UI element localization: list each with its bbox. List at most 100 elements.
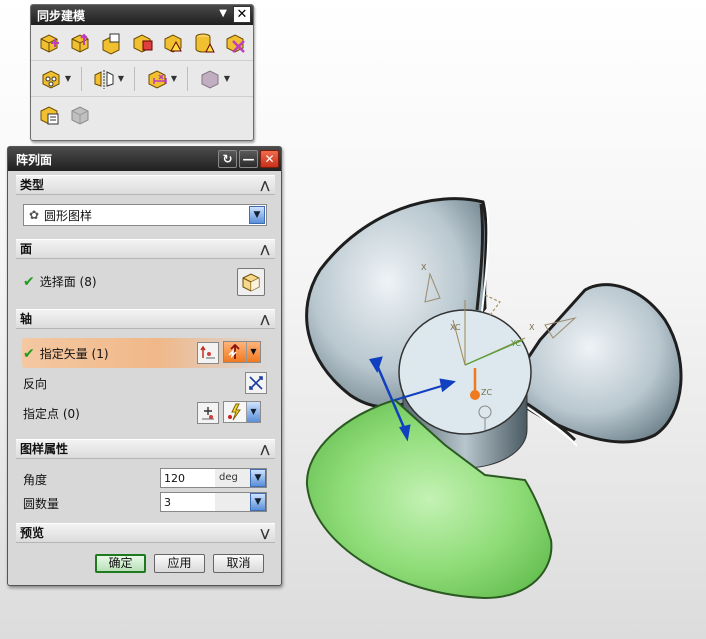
reverse-button[interactable]: [245, 372, 267, 394]
chevron-up-icon[interactable]: ⋀: [255, 310, 275, 329]
section-pattern-props-header[interactable]: 图样属性 ⋀: [16, 439, 275, 459]
chevron-down-icon[interactable]: ▼: [246, 402, 260, 422]
pattern-face-icon: [42, 69, 60, 89]
chevron-down-icon[interactable]: ▼: [250, 493, 266, 511]
section-type-label: 类型: [20, 178, 45, 192]
angle-label: 角度: [23, 473, 48, 487]
toolbar-title: 同步建模: [37, 8, 86, 23]
dialog-title-bar[interactable]: 阵列面 ↻ — ✕: [8, 147, 281, 171]
replace-face-button[interactable]: [128, 29, 155, 56]
chevron-up-icon[interactable]: ⋀: [255, 440, 275, 459]
vector-inference-icon: [224, 342, 246, 362]
section-axis-header[interactable]: 轴 ⋀: [16, 309, 275, 329]
point-inference-button[interactable]: ▼: [223, 401, 261, 423]
chevron-down-icon[interactable]: ⋁: [255, 524, 275, 543]
dialog-title: 阵列面: [16, 152, 53, 167]
close-icon[interactable]: ✕: [260, 150, 279, 168]
count-value[interactable]: 3: [161, 496, 215, 509]
resize-blend-button[interactable]: [159, 29, 186, 56]
select-face-label: 选择面 (8): [39, 275, 97, 289]
chevron-down-icon[interactable]: ▼: [250, 469, 266, 487]
pattern-type-value: 圆形图样: [44, 208, 93, 223]
shell-body-icon: [201, 69, 219, 89]
move-face-button[interactable]: [35, 29, 62, 56]
pattern-type-select[interactable]: ✿ 圆形图样 ▼: [23, 204, 267, 226]
checkmark-icon: ✔: [23, 273, 35, 290]
section-pattern-props-label: 图样属性: [20, 442, 69, 456]
label-x-top: X: [421, 263, 427, 272]
move-face-icon: [40, 33, 59, 53]
reverse-direction-icon: [249, 376, 263, 390]
model-viewport[interactable]: X XC YC X ZC: [285, 190, 706, 610]
specify-point-label: 指定点 (0): [23, 407, 80, 421]
reset-icon[interactable]: ↻: [218, 150, 237, 168]
delete-face-button[interactable]: [221, 29, 248, 56]
pull-face-button[interactable]: [66, 29, 93, 56]
count-label: 圆数量: [23, 497, 60, 511]
vector-inference-button[interactable]: ▼: [223, 341, 261, 363]
cancel-button[interactable]: 取消: [213, 554, 264, 573]
count-field[interactable]: 3 ▼: [160, 492, 267, 512]
angle-label-group: 角度: [23, 471, 47, 488]
mirror-face-icon: [94, 69, 114, 89]
chevron-down-icon[interactable]: ▼: [249, 206, 265, 224]
local-scale-button[interactable]: [66, 101, 93, 128]
constrain-face-button[interactable]: ▼: [141, 65, 181, 92]
section-face-header[interactable]: 面 ⋀: [16, 239, 275, 259]
toolbar-row-2: ▼ ▼ ▼ ▼: [31, 61, 253, 97]
point-inference-icon: [224, 402, 246, 422]
toolbar-row-3: [31, 97, 253, 132]
pattern-face-button[interactable]: ▼: [35, 65, 75, 92]
section-preview-label: 预览: [20, 526, 45, 540]
replace-face-icon: [133, 33, 152, 53]
blade-right[interactable]: [513, 283, 683, 444]
label-yc: YC: [510, 339, 521, 348]
chevron-down-icon[interactable]: ▼: [219, 8, 227, 19]
checkmark-icon: ✔: [23, 345, 35, 362]
section-type-header[interactable]: 类型 ⋀: [16, 175, 275, 195]
sync-modeling-toolbar: 同步建模 ▼ ✕ ▼ ▼ ▼ ▼: [30, 4, 254, 141]
chevron-down-icon: ▼: [117, 74, 125, 83]
mirror-face-button[interactable]: ▼: [88, 65, 128, 92]
pattern-face-dialog: 阵列面 ↻ — ✕ 类型 ⋀ ✿ 圆形图样 ▼ 面 ⋀ ✔ 选择面 (8) 轴 …: [7, 146, 282, 586]
toolbar-title-bar[interactable]: 同步建模 ▼ ✕: [31, 5, 253, 25]
angle-unit: deg: [215, 469, 250, 487]
chevron-up-icon[interactable]: ⋀: [255, 240, 275, 259]
chevron-down-icon: ▼: [170, 74, 178, 83]
point-dialog-button[interactable]: [197, 402, 219, 424]
apply-button[interactable]: 应用: [154, 554, 205, 573]
chevron-down-icon: ▼: [64, 74, 72, 83]
section-preview-header[interactable]: 预览 ⋁: [16, 523, 275, 543]
reverse-label: 反向: [23, 377, 48, 391]
specify-point-label-group: 指定点 (0): [23, 405, 80, 422]
section-axis-label: 轴: [20, 312, 33, 326]
chevron-up-icon[interactable]: ⋀: [255, 176, 275, 195]
angle-value[interactable]: 120: [161, 472, 215, 485]
point-dialog-icon: [202, 407, 214, 420]
label-xc: XC: [450, 323, 461, 332]
chevron-down-icon[interactable]: ▼: [246, 342, 260, 362]
resize-face-button[interactable]: [190, 29, 217, 56]
minimize-icon[interactable]: —: [239, 150, 258, 168]
face-cube-icon: [242, 273, 260, 292]
vector-dialog-icon: [200, 345, 215, 359]
angle-field[interactable]: 120 deg ▼: [160, 468, 267, 488]
label-zc: ZC: [481, 388, 492, 397]
circular-pattern-icon: ✿: [28, 208, 40, 222]
count-unit: [215, 493, 250, 511]
reverse-label-group: 反向: [23, 375, 47, 392]
separator: [81, 66, 82, 91]
local-scale-icon: [71, 105, 88, 125]
offset-region-button[interactable]: [97, 29, 124, 56]
select-face-row[interactable]: ✔ 选择面 (8): [23, 273, 97, 290]
separator: [134, 66, 135, 91]
reverse-direction-button[interactable]: [197, 342, 219, 364]
shell-body-button[interactable]: ▼: [194, 65, 234, 92]
select-face-button[interactable]: [237, 268, 265, 296]
count-label-group: 圆数量: [23, 495, 59, 512]
close-icon[interactable]: ✕: [233, 6, 251, 23]
cross-section-edit-button[interactable]: [35, 101, 62, 128]
ok-button[interactable]: 确定: [95, 554, 146, 573]
toolbar-row-1: [31, 25, 253, 61]
specify-vector-label-group: ✔ 指定矢量 (1): [23, 345, 109, 362]
